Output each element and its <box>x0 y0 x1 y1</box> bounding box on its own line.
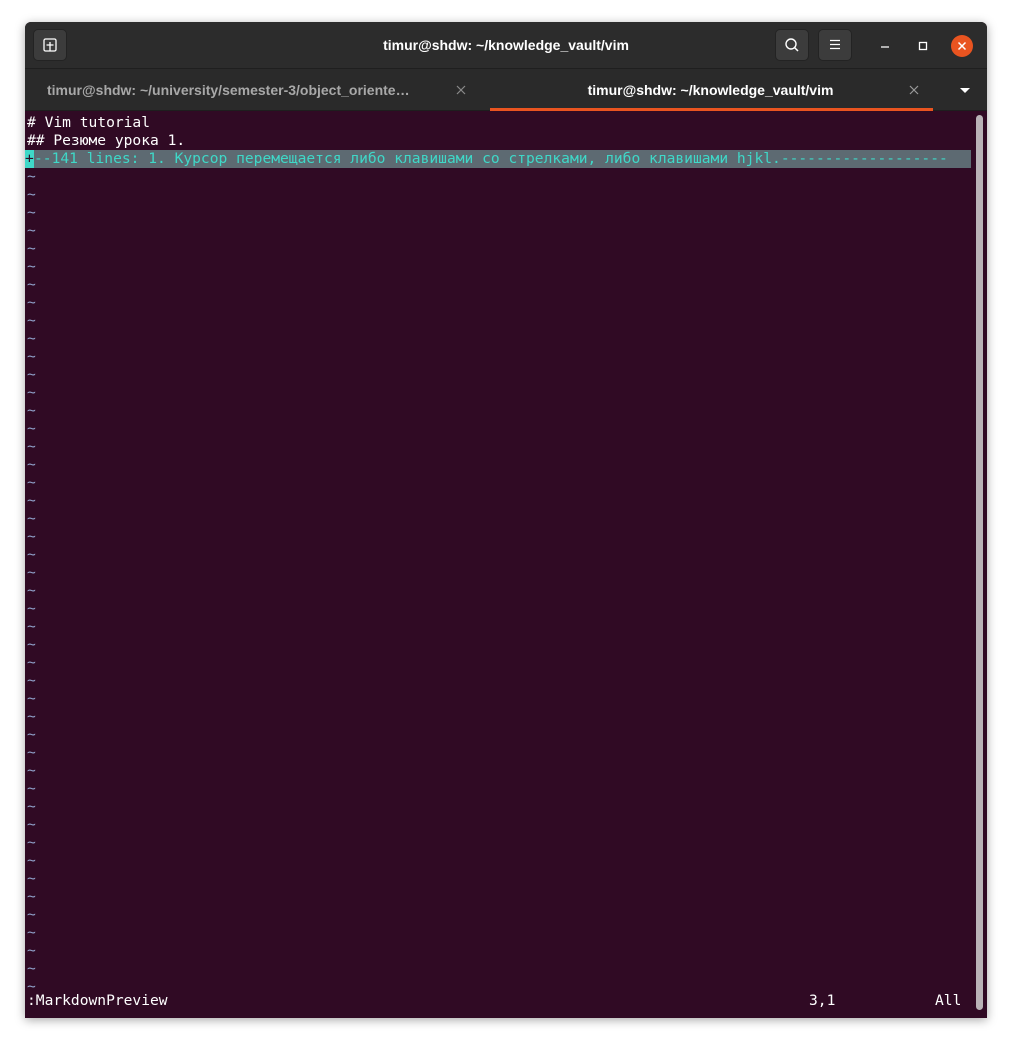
tilde-line: ~ <box>27 816 36 833</box>
tilde-line: ~ <box>27 672 36 689</box>
close-icon <box>957 41 967 51</box>
tilde-line: ~ <box>27 312 36 329</box>
cursor-position: 3,1 <box>809 992 836 1009</box>
tilde-line: ~ <box>27 456 36 473</box>
tilde-line: ~ <box>27 294 36 311</box>
tilde-line: ~ <box>27 906 36 923</box>
command-line: :MarkdownPreview <box>27 992 168 1009</box>
tilde-line: ~ <box>27 474 36 491</box>
tilde-line: ~ <box>27 204 36 221</box>
tilde-line: ~ <box>27 348 36 365</box>
tilde-line: ~ <box>27 870 36 887</box>
fold-line: +--141 lines: 1. Курсор перемещается либ… <box>25 150 971 168</box>
search-button[interactable] <box>775 29 809 61</box>
tab-bar: timur@shdw: ~/university/semester-3/obje… <box>25 69 987 111</box>
tilde-line: ~ <box>27 780 36 797</box>
close-icon[interactable] <box>453 82 469 98</box>
tilde-line: ~ <box>27 960 36 977</box>
scrollbar[interactable] <box>976 115 983 1010</box>
tilde-line: ~ <box>27 186 36 203</box>
tilde-line: ~ <box>27 492 36 509</box>
chevron-down-icon[interactable] <box>955 81 975 99</box>
tilde-line: ~ <box>27 726 36 743</box>
tilde-line: ~ <box>27 330 36 347</box>
tilde-line: ~ <box>27 852 36 869</box>
hamburger-menu-icon <box>830 39 840 50</box>
tilde-line: ~ <box>27 258 36 275</box>
minimize-icon <box>881 46 889 48</box>
tilde-line: ~ <box>27 888 36 905</box>
tilde-line: ~ <box>27 798 36 815</box>
tilde-line: ~ <box>27 168 36 185</box>
title-bar: timur@shdw: ~/knowledge_vault/vim <box>25 22 987 69</box>
tab-knowledge-vault[interactable]: timur@shdw: ~/knowledge_vault/vim <box>488 69 933 111</box>
tab-university[interactable]: timur@shdw: ~/university/semester-3/obje… <box>25 69 488 111</box>
tilde-line: ~ <box>27 636 36 653</box>
tilde-line: ~ <box>27 564 36 581</box>
scroll-indicator: All <box>935 992 962 1009</box>
tilde-line: ~ <box>27 402 36 419</box>
tilde-line: ~ <box>27 240 36 257</box>
tilde-line: ~ <box>27 438 36 455</box>
tilde-line: ~ <box>27 384 36 401</box>
maximize-icon <box>918 41 928 51</box>
minimize-button[interactable] <box>873 34 897 58</box>
close-icon[interactable] <box>906 82 922 98</box>
tilde-line: ~ <box>27 510 36 527</box>
tilde-line: ~ <box>27 834 36 851</box>
tilde-line: ~ <box>27 744 36 761</box>
tilde-line: ~ <box>27 618 36 635</box>
tab-label: timur@shdw: ~/knowledge_vault/vim <box>587 82 834 98</box>
tilde-line: ~ <box>27 276 36 293</box>
tilde-line: ~ <box>27 546 36 563</box>
tab-label: timur@shdw: ~/university/semester-3/obje… <box>47 82 410 98</box>
close-button[interactable] <box>951 35 973 57</box>
tilde-line: ~ <box>27 222 36 239</box>
tilde-line: ~ <box>27 366 36 383</box>
tilde-line: ~ <box>27 690 36 707</box>
search-icon <box>785 38 799 52</box>
terminal-window: timur@shdw: ~/knowledge_vault/vim timur@… <box>25 22 987 1018</box>
tilde-line: ~ <box>27 942 36 959</box>
tilde-line: ~ <box>27 708 36 725</box>
tilde-line: ~ <box>27 762 36 779</box>
maximize-button[interactable] <box>911 34 935 58</box>
buffer-line: ## Резюме урока 1. <box>27 132 186 149</box>
tilde-line: ~ <box>27 582 36 599</box>
fold-text: --141 lines: 1. Курсор перемещается либо… <box>34 150 948 167</box>
tilde-line: ~ <box>27 600 36 617</box>
menu-button[interactable] <box>818 29 852 61</box>
tilde-line: ~ <box>27 654 36 671</box>
tilde-line: ~ <box>27 924 36 941</box>
terminal-area[interactable]: # Vim tutorial ## Резюме урока 1. +--141… <box>25 111 987 1018</box>
buffer-line: # Vim tutorial <box>27 114 151 131</box>
cursor: + <box>25 150 34 168</box>
tilde-line: ~ <box>27 420 36 437</box>
tilde-line: ~ <box>27 528 36 545</box>
